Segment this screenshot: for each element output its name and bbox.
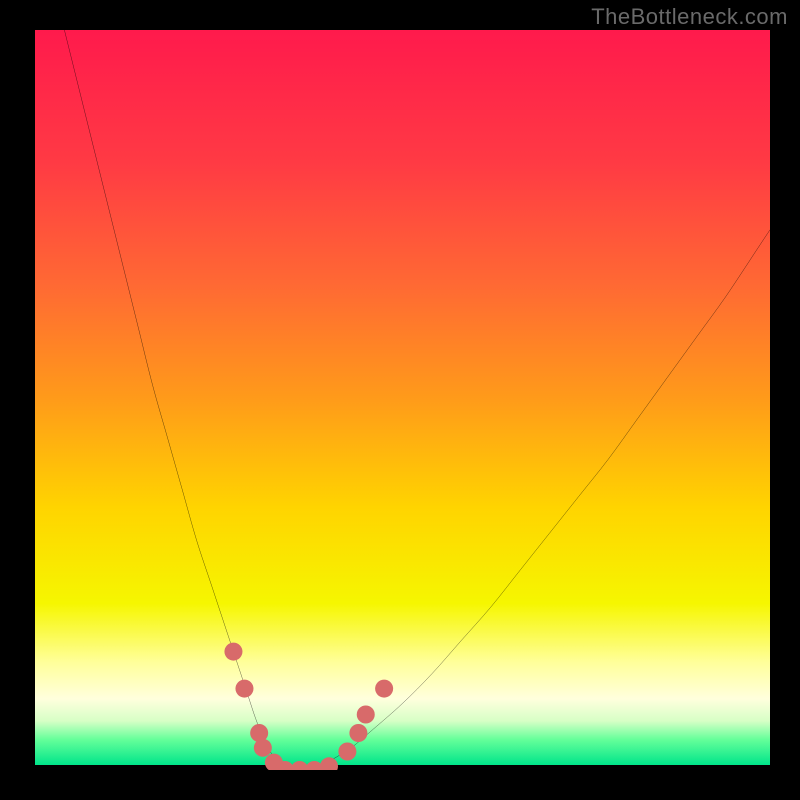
plot-area [35,30,770,770]
data-marker [338,743,356,761]
data-marker [235,680,253,698]
marker-layer [35,30,770,770]
data-marker [254,739,272,757]
data-marker [357,706,375,724]
chart-frame: TheBottleneck.com [0,0,800,800]
data-marker [349,724,367,742]
data-marker [375,680,393,698]
watermark-text: TheBottleneck.com [591,4,788,30]
data-marker [224,643,242,661]
data-marker [320,757,338,770]
